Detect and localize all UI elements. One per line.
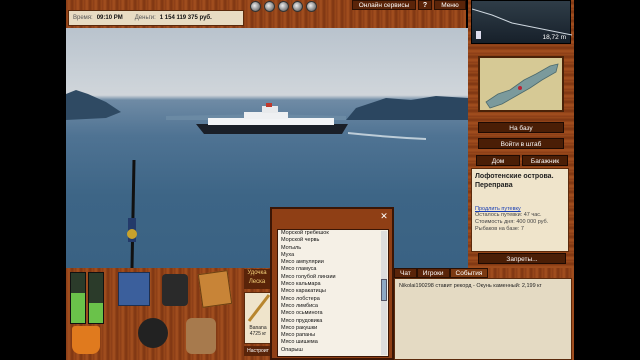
line-tab-label: Леска [248,279,266,285]
minimap-islands [485,63,559,109]
bait-item[interactable]: Мотыль [278,245,388,252]
bait-item[interactable]: Мясо лимбиса [278,303,388,310]
mountain-right [346,96,468,120]
bait-item[interactable]: Мясо голубой линзии [278,274,388,281]
bait-item[interactable]: Мясо лобстера [278,296,388,303]
bait-item[interactable]: Мясо ампулярии [278,259,388,266]
tab-events[interactable]: События [449,268,489,278]
time-value: 09:10 PM [96,15,123,21]
reel-slot-3-icon[interactable] [278,1,289,12]
bait-item[interactable]: Мясо кальмара [278,281,388,288]
reel-slot-4-icon[interactable] [292,1,303,12]
permit-remaining: Осталось путевки: 47 час. [475,212,542,218]
money-label: Деньги: [134,15,156,21]
bucket-icon[interactable] [72,326,100,354]
pot-icon[interactable] [138,318,168,348]
online-services-button[interactable]: Онлайн сервисы [352,0,416,10]
ferry-icon [196,103,348,134]
day-cost: Стоимость дня: 400 000 руб. [475,219,549,225]
rod-tab-label: Удочка [247,270,267,276]
help-button[interactable]: ? [418,0,432,10]
rod-gauge-1 [70,272,86,324]
minimap[interactable] [478,56,564,112]
reel-slot-1-icon[interactable] [250,1,261,12]
reel-slot-2-icon[interactable] [264,1,275,12]
chat-tabs: Чат Игроки События [394,268,489,278]
status-panel: Время: 09:10 PM Деньги: 1 154 119 375 ру… [68,10,244,26]
bait-list-scrollbar[interactable] [381,231,387,355]
chat-message: Nikolai190298 ставит рекорд - Окунь каме… [399,283,542,289]
rod-item-icon [247,294,271,322]
depth-profile: 18,72 m [471,0,573,44]
bait-item[interactable]: Муха [278,252,388,259]
bait-list: Морской гребешок Морской червь Мотыль Му… [277,229,389,357]
fishers-on-base: Рыбаков на базе: 7 [475,226,524,232]
scene-illustration [66,90,468,268]
tab-chat[interactable]: Чат [394,268,417,278]
bait-item[interactable]: Морской червь [278,237,388,244]
home-button[interactable]: Дом [476,155,520,166]
bait-item[interactable]: Мясо рапаны [278,332,388,339]
restrictions-button[interactable]: Запреты... [478,253,566,264]
creel-basket-icon[interactable] [186,318,216,354]
luggage-button[interactable]: Багажник [522,155,568,166]
location-title: Лофотенские острова. Переправа [475,173,554,189]
rod-slot[interactable]: Banana 4725 кг [244,292,272,344]
bait-item[interactable]: Мясо шишема [278,339,388,346]
scrollbar-thumb[interactable] [381,279,387,301]
bait-item[interactable]: Мясо гламуса [278,266,388,273]
money-value: 1 154 119 375 руб. [159,15,212,21]
fishing-rod-icon[interactable] [127,159,137,268]
bait-item[interactable]: Мясо прудовика [278,318,388,325]
menu-button[interactable]: Меню [434,0,466,10]
mountain-left [66,90,121,120]
reel-slot-5-icon[interactable] [306,1,317,12]
rod-tab[interactable]: Удочка Леска [244,269,270,289]
settings-button[interactable]: Настроит [244,346,272,356]
bait-item[interactable]: Мясо каракатицы [278,288,388,295]
to-base-button[interactable]: На базу [478,122,564,133]
bait-item[interactable]: Опарыш [278,347,388,354]
fishing-scene[interactable] [66,28,468,268]
bait-item[interactable]: Мясо ракушки [278,325,388,332]
rod-item-weight: 4725 кг [249,331,267,337]
bait-item[interactable]: Мясо осьминога [278,310,388,317]
headquarters-button[interactable]: Войти в штаб [478,138,564,149]
backpack-icon[interactable] [162,274,188,306]
bait-popup: ✕ Морской гребешок Морской червь Мотыль … [270,207,394,360]
book-icon[interactable] [197,270,233,308]
ferry-wake [348,132,426,140]
rod-gauge-2 [88,272,104,324]
time-label: Время: [73,15,93,21]
tackle-box-icon[interactable] [118,272,150,306]
depth-value: 18,72 m [542,34,567,41]
chat-panel: Nikolai190298 ставит рекорд - Окунь каме… [394,278,572,360]
location-panel: Лофотенские острова. Переправа Продлить … [471,168,569,252]
close-icon[interactable]: ✕ [378,211,390,222]
tab-players[interactable]: Игроки [416,268,450,278]
